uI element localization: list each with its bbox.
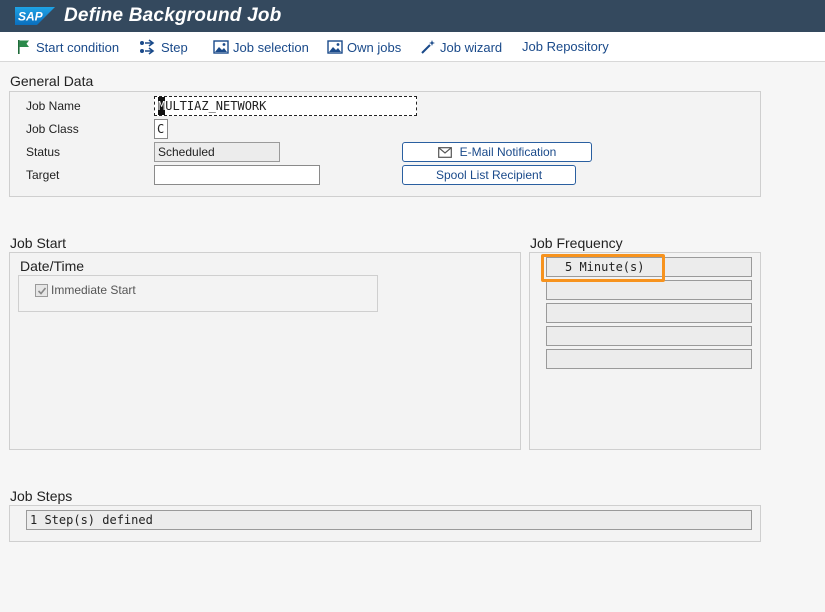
status-label: Status (26, 145, 61, 159)
spool-list-recipient-button[interactable]: Spool List Recipient (402, 165, 576, 185)
start-condition-label: Start condition (36, 39, 120, 55)
step-button[interactable]: Step (139, 39, 188, 55)
job-start-title: Job Start (10, 235, 67, 251)
job-repository-button[interactable]: Job Repository (522, 39, 609, 54)
job-class-label: Job Class (26, 122, 79, 136)
checkmark-icon (37, 286, 46, 295)
status-field: Scheduled (154, 142, 280, 162)
magic-wand-icon (421, 40, 435, 54)
general-data-title: General Data (10, 73, 94, 89)
email-notification-label: E-Mail Notification (459, 145, 557, 159)
job-wizard-button[interactable]: Job wizard (420, 39, 502, 55)
sap-logo: SAP (15, 7, 55, 25)
frequency-row (546, 326, 752, 346)
step-icon (140, 39, 155, 55)
frequency-row (546, 303, 752, 323)
page-title: Define Background Job (64, 5, 282, 26)
flag-icon (18, 40, 29, 54)
target-label: Target (26, 168, 60, 182)
job-name-label: Job Name (26, 99, 81, 113)
own-jobs-button[interactable]: Own jobs (327, 39, 401, 55)
image-icon (213, 40, 229, 54)
email-notification-button[interactable]: E-Mail Notification (402, 142, 592, 162)
job-class-field[interactable]: C (154, 119, 168, 139)
frequency-row (546, 280, 752, 300)
job-selection-button[interactable]: Job selection (213, 39, 309, 55)
start-condition-button[interactable]: Start condition (16, 39, 119, 55)
frequency-highlight-box (541, 254, 665, 282)
frequency-row (546, 349, 752, 369)
job-repository-label: Job Repository (522, 39, 609, 54)
application-toolbar: Start condition Step Job selection Own j… (0, 32, 825, 62)
title-bar: SAP Define Background Job (0, 0, 825, 32)
job-name-value: ULTIAZ_NETWORK (165, 99, 267, 113)
immediate-start-checkbox[interactable] (35, 284, 48, 297)
immediate-start-label: Immediate Start (51, 283, 136, 297)
date-time-title: Date/Time (20, 258, 85, 274)
job-steps-title: Job Steps (10, 488, 73, 504)
job-selection-label: Job selection (233, 39, 309, 55)
spool-list-recipient-label: Spool List Recipient (435, 168, 543, 182)
job-name-field[interactable]: MULTIAZ_NETWORK (154, 96, 417, 116)
job-steps-field: 1 Step(s) defined (26, 510, 752, 530)
envelope-icon (437, 146, 452, 158)
own-jobs-label: Own jobs (347, 39, 402, 55)
job-frequency-title: Job Frequency (530, 235, 623, 251)
image-icon (327, 40, 343, 54)
step-label: Step (161, 39, 188, 55)
job-wizard-label: Job wizard (440, 39, 503, 55)
target-field[interactable] (154, 165, 320, 185)
svg-text:SAP: SAP (18, 10, 44, 24)
